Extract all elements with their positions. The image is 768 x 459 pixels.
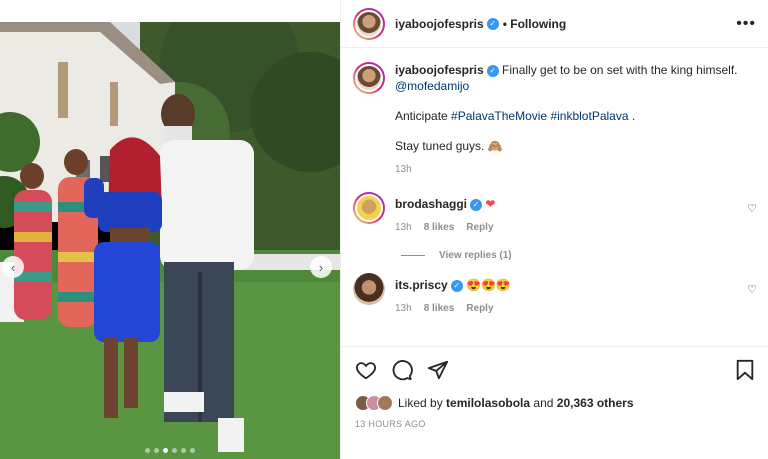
carousel-indicator [0, 448, 340, 453]
post-header: iyaboojofespris ✓ • Following ••• [341, 0, 768, 48]
caption-row: iyaboojofespris ✓ Finally get to be on se… [353, 62, 757, 178]
liked-by-user[interactable]: temilolasobola [446, 396, 530, 410]
caption-stay-tuned: Stay tuned guys. [395, 139, 485, 153]
comment-time[interactable]: 13h [395, 301, 412, 317]
verified-badge-icon: ✓ [450, 279, 463, 292]
comment-body: 😍😍😍 [466, 278, 511, 292]
comment-reply-button[interactable]: Reply [466, 220, 493, 236]
comment-time[interactable]: 13h [395, 220, 412, 236]
caption-mention[interactable]: @mofedamijo [395, 79, 469, 93]
caption-text: iyaboojofespris ✓ Finally get to be on se… [395, 62, 757, 178]
instagram-post-view: ‹ › iyaboojofespris ✓ • Following ••• iy… [0, 0, 768, 459]
carousel-dot [145, 448, 150, 453]
hashtag-link[interactable]: #PalavaTheMovie [451, 109, 547, 123]
author-avatar[interactable] [353, 7, 385, 40]
post-photo[interactable]: ‹ › [0, 22, 340, 459]
caption-anticipate: Anticipate [395, 109, 448, 123]
liker-avatar[interactable] [377, 395, 393, 411]
post-side-panel: iyaboojofespris ✓ • Following ••• iyaboo… [340, 0, 768, 459]
comments-section: iyaboojofespris ✓ Finally get to be on se… [341, 48, 768, 346]
carousel-dot [172, 448, 177, 453]
hands-over-mouth-emoji: 🙈 [487, 139, 503, 153]
replies-divider [401, 255, 425, 256]
caption-body: Finally get to be on set with the king h… [502, 63, 738, 77]
caption-time[interactable]: 13h [395, 162, 412, 178]
carousel-next-button[interactable]: › [310, 256, 332, 278]
comment-body: ❤ [485, 197, 496, 211]
verified-badge-icon: ✓ [486, 17, 499, 30]
liked-by-others[interactable]: 20,363 others [557, 396, 634, 410]
comment-text: brodashaggi ✓ ❤ 13h 8 likes Reply [395, 192, 739, 236]
liked-by-prefix: Liked by [398, 396, 443, 410]
chevron-right-icon: › [318, 259, 324, 275]
following-indicator[interactable]: • Following [503, 17, 567, 31]
carousel-dot [190, 448, 195, 453]
comment-likes[interactable]: 8 likes [424, 301, 455, 317]
author-username[interactable]: iyaboojofespris [395, 17, 484, 31]
commenter-avatar[interactable] [353, 273, 385, 305]
carousel-prev-button[interactable]: ‹ [2, 256, 24, 278]
liked-by-and: and [533, 396, 554, 410]
comment-like-heart-icon[interactable]: ♡ [747, 202, 757, 215]
caption-avatar[interactable] [353, 62, 385, 94]
photo-scene [0, 22, 340, 459]
comment-text: its.priscy ✓ 😍😍😍 13h 8 likes Reply [395, 273, 739, 317]
comment-username[interactable]: brodashaggi [395, 197, 467, 211]
commenter-avatar[interactable] [353, 192, 385, 224]
likes-summary: Liked by temilolasobola and 20,363 other… [355, 395, 755, 411]
verified-badge-icon: ✓ [470, 198, 483, 211]
like-heart-icon[interactable] [355, 359, 377, 381]
post-timestamp[interactable]: 13 HOURS AGO [355, 419, 755, 429]
carousel-dot [163, 448, 168, 453]
view-replies-button[interactable]: View replies (1) [401, 250, 757, 261]
hashtag-link[interactable]: #inkblotPalava [550, 109, 628, 123]
caption-period: . [631, 109, 636, 123]
chevron-left-icon: ‹ [10, 259, 16, 275]
comment-like-heart-icon[interactable]: ♡ [747, 283, 757, 296]
comment-icon[interactable] [391, 359, 413, 381]
verified-badge-icon: ✓ [486, 64, 499, 77]
comment-likes[interactable]: 8 likes [424, 220, 455, 236]
caption-username[interactable]: iyaboojofespris [395, 63, 484, 77]
save-bookmark-icon[interactable] [735, 359, 755, 381]
comment-row: brodashaggi ✓ ❤ 13h 8 likes Reply ♡ [353, 192, 757, 236]
carousel-dot [154, 448, 159, 453]
post-actions: Liked by temilolasobola and 20,363 other… [341, 346, 768, 429]
comment-reply-button[interactable]: Reply [466, 301, 493, 317]
following-label[interactable]: Following [510, 17, 566, 31]
comment-row: its.priscy ✓ 😍😍😍 13h 8 likes Reply ♡ [353, 273, 757, 317]
view-replies-label[interactable]: View replies (1) [439, 250, 512, 261]
carousel-dot [181, 448, 186, 453]
comment-username[interactable]: its.priscy [395, 278, 448, 292]
share-icon[interactable] [427, 359, 449, 381]
more-options-icon[interactable]: ••• [736, 15, 756, 33]
